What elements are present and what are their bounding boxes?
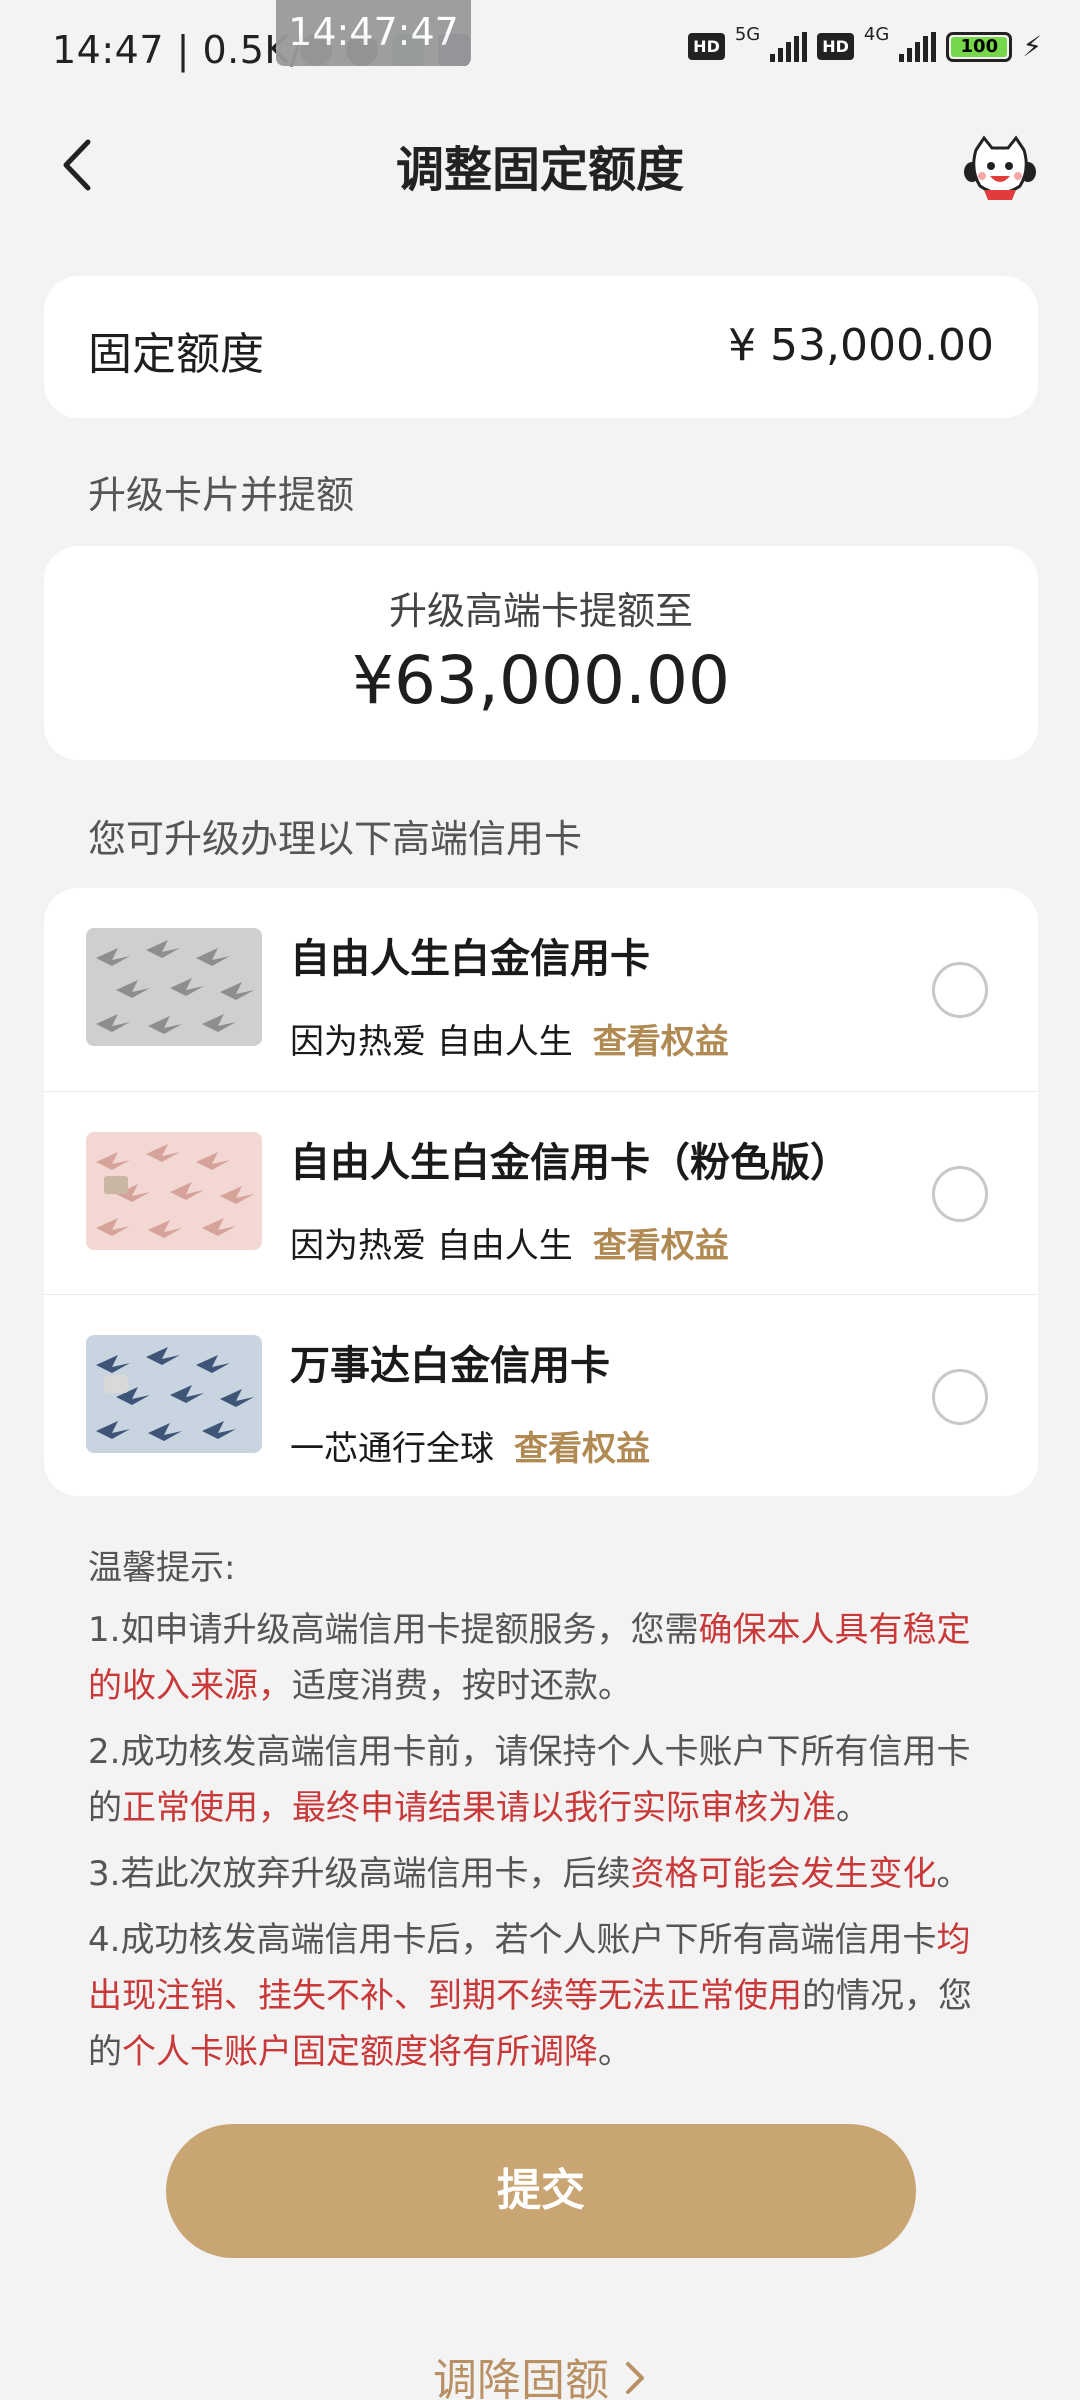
signal-icon-2 [899,31,937,62]
card-name: 万事达白金信用卡 [290,1343,610,1389]
card-radio[interactable] [932,1166,988,1222]
cards-section-title: 您可升级办理以下高端信用卡 [88,817,583,861]
battery-icon: 100 [946,31,1013,62]
reduce-limit-link[interactable]: 调降固额 [0,2344,1080,2400]
list-item[interactable]: 自由人生白金信用卡（粉色版） 因为热爱 自由人生 查看权益 [44,1091,1038,1294]
network-4g-label: 4G [863,24,890,45]
card-radio[interactable] [932,962,988,1018]
status-bar: 14:47 | 0.5K/s 14:47:47 HD 5G HD 4G 100 … [0,0,1080,100]
fixed-limit-card: 固定额度 ¥ 53,000.00 [44,276,1038,418]
view-benefits-link[interactable]: 查看权益 [593,1226,729,1266]
upgrade-limit-card: 升级高端卡提额至 ¥63,000.00 [44,546,1038,760]
network-5g-label: 5G [734,24,761,45]
tips-title: 温馨提示: [88,1548,236,1588]
card-slogan: 一芯通行全球 [290,1429,494,1469]
card-slogan: 因为热爱 自由人生 [290,1022,573,1062]
hd-badge: HD [688,33,725,60]
mascot-assistant-icon[interactable] [962,130,1038,202]
upgrade-limit-label: 升级高端卡提额至 [388,589,693,633]
card-slogan-row: 因为热爱 自由人生 查看权益 [290,1218,729,1267]
hd-badge-2: HD [817,33,854,60]
tip-4: 4.成功核发高端信用卡后，若个人账户下所有高端信用卡均出现注销、挂失不补、到期不… [88,1920,972,2072]
status-right-icons: HD 5G HD 4G 100 ⚡ [688,24,1042,63]
card-slogan: 因为热爱 自由人生 [290,1226,573,1266]
battery-level: 100 [951,36,1008,57]
upgrade-section-title: 升级卡片并提额 [88,473,355,517]
card-slogan-row: 一芯通行全球 查看权益 [290,1421,650,1470]
card-name: 自由人生白金信用卡（粉色版） [290,1140,850,1186]
card-image [86,1132,262,1250]
upgrade-limit-value: ¥63,000.00 [352,642,730,719]
tip-2: 2.成功核发高端信用卡前，请保持个人卡账户下所有信用卡的正常使用，最终申请结果请… [88,1732,971,1828]
credit-card-list: 自由人生白金信用卡 因为热爱 自由人生 查看权益 自由人生白金信用卡（粉色版） 因… [44,888,1038,1496]
tip-3: 3.若此次放弃升级高端信用卡，后续资格可能会发生变化。 [88,1854,971,1894]
card-name: 自由人生白金信用卡 [290,936,650,982]
card-image [86,1335,262,1453]
charging-icon: ⚡ [1022,30,1042,63]
card-slogan-row: 因为热爱 自由人生 查看权益 [290,1014,729,1063]
list-item[interactable]: 万事达白金信用卡 一芯通行全球 查看权益 [44,1294,1038,1496]
card-image [86,928,262,1046]
tip-1: 1.如申请升级高端信用卡提额服务，您需确保本人具有稳定的收入来源，适度消费，按时… [88,1610,971,1706]
list-item[interactable]: 自由人生白金信用卡 因为热爱 自由人生 查看权益 [44,888,1038,1091]
signal-icon [770,31,808,62]
chevron-right-icon [623,2358,647,2400]
page-title: 调整固定额度 [395,142,684,198]
view-benefits-link[interactable]: 查看权益 [593,1022,729,1062]
header: 调整固定额度 [0,100,1080,230]
tips-section: 温馨提示: 1.如申请升级高端信用卡提额服务，您需确保本人具有稳定的收入来源，适… [88,1540,992,2090]
view-benefits-link[interactable]: 查看权益 [514,1429,650,1469]
fixed-limit-label: 固定额度 [88,329,264,380]
fixed-limit-value: ¥ 53,000.00 [728,320,994,371]
reduce-limit-label: 调降固额 [433,2355,609,2400]
card-radio[interactable] [932,1369,988,1425]
clock-bubble: 14:47:47 [276,0,471,66]
submit-button[interactable]: 提交 [166,2124,916,2258]
